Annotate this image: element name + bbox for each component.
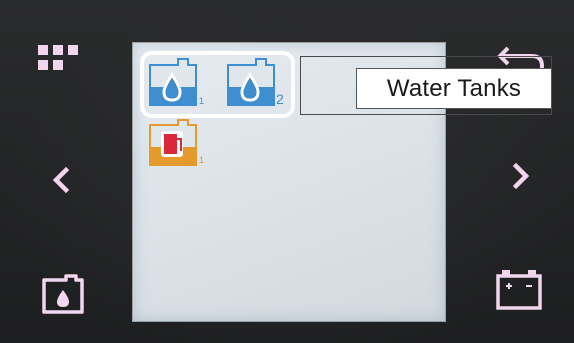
water-tanks-selection: [140, 51, 295, 118]
battery-button[interactable]: [494, 268, 546, 312]
next-button[interactable]: [502, 158, 538, 194]
grid-menu-icon: [38, 45, 78, 70]
chevron-left-icon: [52, 166, 70, 194]
water-tank-button[interactable]: [40, 272, 86, 316]
water-tanks-callout: Water Tanks: [356, 68, 552, 109]
grid-menu-button[interactable]: [36, 43, 86, 83]
previous-button[interactable]: [44, 162, 80, 198]
battery-icon: [496, 270, 542, 310]
chevron-right-icon: [512, 162, 530, 190]
tank-index-label: 1: [199, 155, 204, 165]
fuel-tank-icon[interactable]: 1: [148, 119, 210, 167]
water-tank-icon: [42, 274, 84, 314]
